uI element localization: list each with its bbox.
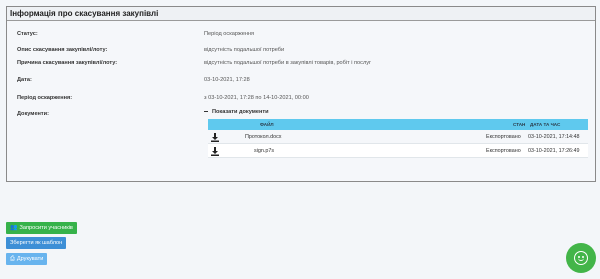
field-label: Статус: <box>17 31 38 37</box>
invite-participants-button[interactable]: 👥 Запросити учасників <box>6 222 77 234</box>
column-state: СТАН <box>513 122 526 127</box>
chat-widget-button[interactable] <box>566 243 596 273</box>
document-datetime: 03-10-2021, 17:26:49 <box>528 148 580 154</box>
field-label: Дата: <box>17 77 32 83</box>
field-value: 03-10-2021, 17:28 <box>204 77 250 83</box>
document-file-link[interactable]: sign.p7s <box>254 148 274 154</box>
field-label: Період оскарження: <box>17 95 73 101</box>
show-documents-toggle[interactable]: Показати документи <box>204 109 269 115</box>
cancellation-info-panel: Інформація про скасування закупівлі Стат… <box>6 6 596 182</box>
collapse-icon <box>204 111 208 113</box>
documents-table-header: ФАЙЛ СТАН ДАТА ТА ЧАС <box>208 119 588 130</box>
field-value: з 03-10-2021, 17:28 по 14-10-2021, 00:00 <box>204 95 309 101</box>
show-documents-label: Показати документи <box>212 109 269 115</box>
save-as-template-label: Зберегти як шаблон <box>10 240 63 246</box>
document-state: Експортовано <box>486 148 521 154</box>
smiley-icon <box>574 251 588 265</box>
panel-title: Інформація про скасування закупівлі <box>7 7 595 21</box>
users-icon: 👥 <box>10 225 18 231</box>
document-datetime: 03-10-2021, 17:14:48 <box>528 134 580 140</box>
print-icon: ⎙ <box>10 256 15 262</box>
download-icon[interactable] <box>211 147 219 156</box>
print-label: Друкувати <box>16 256 44 262</box>
field-value: відсутність подальшої потреби в закупівл… <box>204 60 372 66</box>
document-file-link[interactable]: Протокол.docx <box>245 134 282 140</box>
column-file: ФАЙЛ <box>260 122 274 127</box>
column-datetime: ДАТА ТА ЧАС <box>530 122 561 127</box>
field-value: відсутність подальшої потреби <box>204 47 285 53</box>
download-icon[interactable] <box>211 133 219 142</box>
table-row: Протокол.docx Експортовано 03-10-2021, 1… <box>208 130 588 144</box>
print-button[interactable]: ⎙ Друкувати <box>6 253 48 265</box>
field-label: Документи: <box>17 111 49 117</box>
field-value: Період оскарження <box>204 31 255 37</box>
document-state: Експортовано <box>486 134 521 140</box>
table-row: sign.p7s Експортовано 03-10-2021, 17:26:… <box>208 144 588 158</box>
invite-participants-label: Запросити учасників <box>19 225 73 231</box>
field-label: Причина скасування закупівлі/лоту: <box>17 60 118 66</box>
save-as-template-button[interactable]: Зберегти як шаблон <box>6 237 67 249</box>
documents-table: ФАЙЛ СТАН ДАТА ТА ЧАС Протокол.docx Експ… <box>208 119 588 158</box>
field-label: Опис скасування закупівлі/лоту: <box>17 47 108 53</box>
